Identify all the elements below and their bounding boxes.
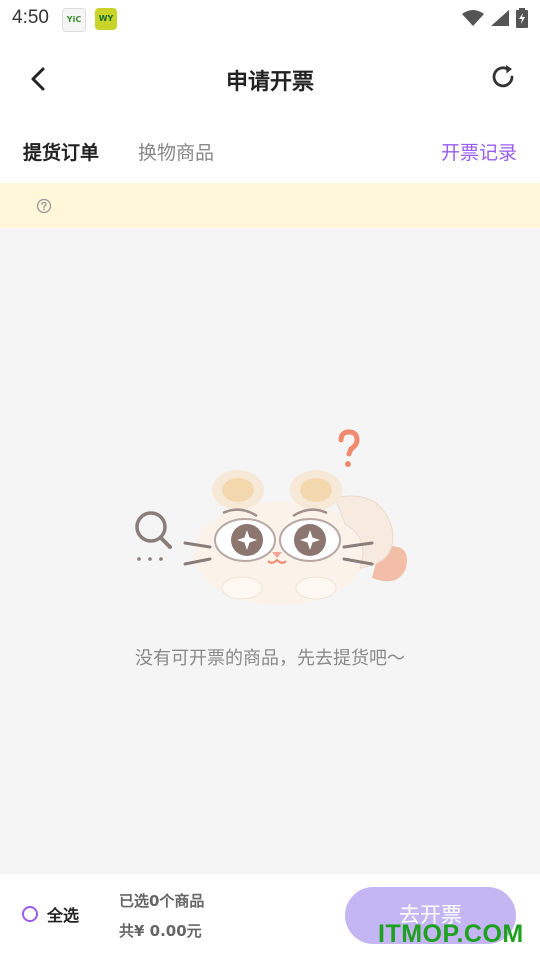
question-mark-icon (338, 429, 360, 467)
empty-state-message: 没有可开票的商品，先去提货吧～ (135, 648, 405, 669)
select-all-toggle[interactable]: 全选 (22, 902, 79, 926)
signal-icon (491, 10, 509, 26)
app-notification-icon-2: WY (95, 8, 117, 30)
select-all-label: 全选 (47, 906, 80, 925)
selected-count: 已选0个商品 (119, 892, 205, 910)
magnifier-icon (135, 511, 172, 561)
tab-pickup-orders[interactable]: 提货订单 (23, 138, 99, 165)
question-circle-icon[interactable] (36, 198, 52, 214)
refresh-icon (492, 65, 514, 88)
wifi-icon (462, 10, 484, 26)
invoice-record-link[interactable]: 开票记录 (441, 138, 517, 165)
battery-icon (516, 8, 528, 28)
tab-exchange-goods[interactable]: 换物商品 (138, 138, 214, 165)
total-amount: 共¥ 0.00元 (119, 922, 202, 940)
tab-bar: 提货订单 换物商品 开票记录 (0, 120, 540, 183)
header: 申请开票 (0, 38, 540, 120)
select-all-radio[interactable] (22, 906, 38, 922)
content-area: 没有可开票的商品，先去提货吧～ (0, 228, 540, 874)
empty-cat-illustration (135, 429, 407, 605)
notice-bar (0, 183, 540, 228)
status-time: 4:50 (12, 7, 49, 28)
app-notification-icon: YiC (62, 8, 86, 32)
page-title: 申请开票 (225, 70, 314, 95)
status-indicators (462, 6, 528, 30)
refresh-button[interactable] (488, 62, 518, 92)
status-bar: 4:50 YiC WY (0, 0, 540, 38)
watermark: ITMOP.COM (378, 920, 524, 948)
